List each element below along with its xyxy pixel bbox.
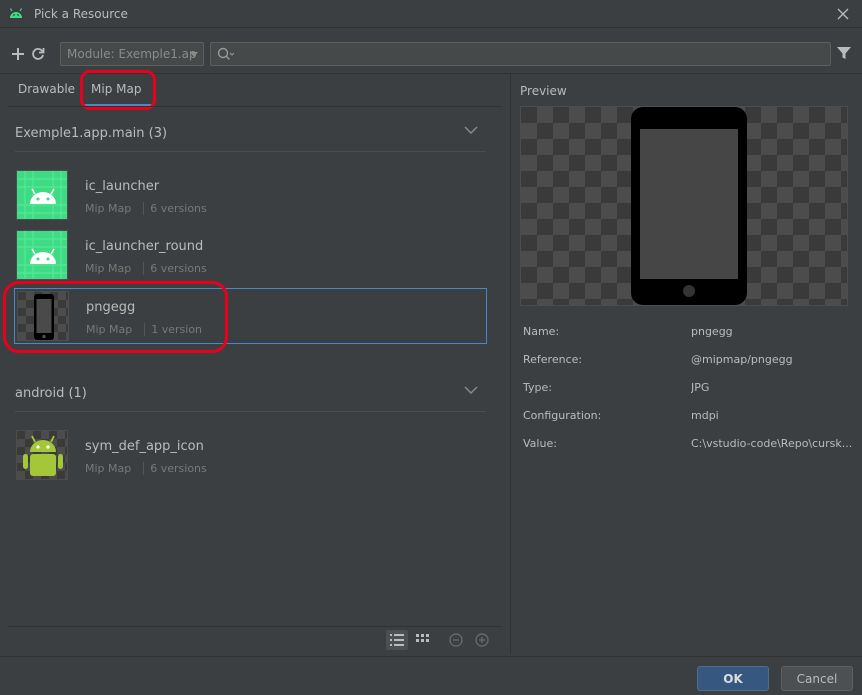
cancel-button[interactable]: Cancel: [781, 666, 853, 691]
tab-drawable[interactable]: Drawable: [18, 82, 75, 96]
panel-divider: [510, 74, 511, 654]
ic-launcher-round-thumbnail: [16, 230, 68, 280]
search-field[interactable]: [210, 42, 831, 66]
prop-value-type: JPG: [691, 381, 710, 394]
list-view-icon[interactable]: [386, 630, 408, 650]
tab-divider: [8, 106, 502, 107]
module-select-value: Module: Exemple1.ap: [67, 47, 197, 61]
resource-item-sym-def-app-icon[interactable]: sym_def_app_icon Mip Map 6 versions: [14, 428, 487, 484]
module-select[interactable]: Module: Exemple1.ap: [60, 42, 204, 66]
prop-value-name: pngegg: [691, 325, 733, 338]
grid-view-icon[interactable]: [412, 630, 434, 650]
prop-value-value: C:\vstudio-code\Repo\cursk...: [691, 437, 853, 450]
chevron-down-icon[interactable]: [464, 385, 478, 395]
ok-button[interactable]: OK: [697, 666, 769, 691]
sym-def-app-icon-thumbnail: [16, 430, 68, 480]
chevron-down-icon: [190, 52, 198, 57]
highlight-ring-item: [3, 281, 228, 353]
zoom-in-icon[interactable]: [471, 630, 493, 650]
footer-divider: [0, 656, 862, 657]
group-title-android: android (1): [15, 386, 87, 401]
search-input[interactable]: [237, 45, 817, 63]
group-divider: [15, 411, 486, 412]
title-bar: Pick a Resource: [0, 0, 862, 28]
android-studio-icon: [9, 8, 23, 18]
resource-name: ic_launcher: [85, 179, 160, 194]
resource-meta: Mip Map 6 versions: [85, 262, 207, 275]
plus-icon[interactable]: [9, 45, 27, 63]
resource-item-ic-launcher[interactable]: ic_launcher Mip Map 6 versions: [14, 168, 487, 224]
bottom-divider: [8, 626, 502, 627]
prop-key-type: Type:: [523, 381, 552, 394]
refresh-icon[interactable]: [29, 45, 47, 63]
prop-key-value: Value:: [523, 437, 557, 450]
preview-label: Preview: [520, 84, 567, 98]
close-icon[interactable]: [832, 3, 854, 25]
prop-value-reference: @mipmap/pngegg: [691, 353, 793, 366]
prop-key-reference: Reference:: [523, 353, 583, 366]
ic-launcher-thumbnail: [16, 170, 68, 220]
resource-meta: Mip Map 6 versions: [85, 202, 207, 215]
filter-icon[interactable]: [836, 45, 852, 61]
prop-value-configuration: mdpi: [691, 409, 719, 422]
window-title: Pick a Resource: [34, 7, 128, 21]
resource-meta: Mip Map 6 versions: [85, 462, 207, 475]
zoom-out-icon[interactable]: [445, 630, 467, 650]
prop-key-name: Name:: [523, 325, 560, 338]
group-divider: [15, 151, 486, 152]
resource-item-ic-launcher-round[interactable]: ic_launcher_round Mip Map 6 versions: [14, 228, 487, 284]
resource-name: sym_def_app_icon: [85, 439, 204, 454]
prop-key-configuration: Configuration:: [523, 409, 602, 422]
group-title-main: Exemple1.app.main (3): [15, 126, 168, 141]
resource-name: ic_launcher_round: [85, 239, 204, 254]
preview-image: [520, 106, 848, 306]
highlight-ring-tab: [80, 70, 156, 110]
chevron-down-icon[interactable]: [464, 125, 478, 135]
search-icon: [217, 47, 234, 60]
